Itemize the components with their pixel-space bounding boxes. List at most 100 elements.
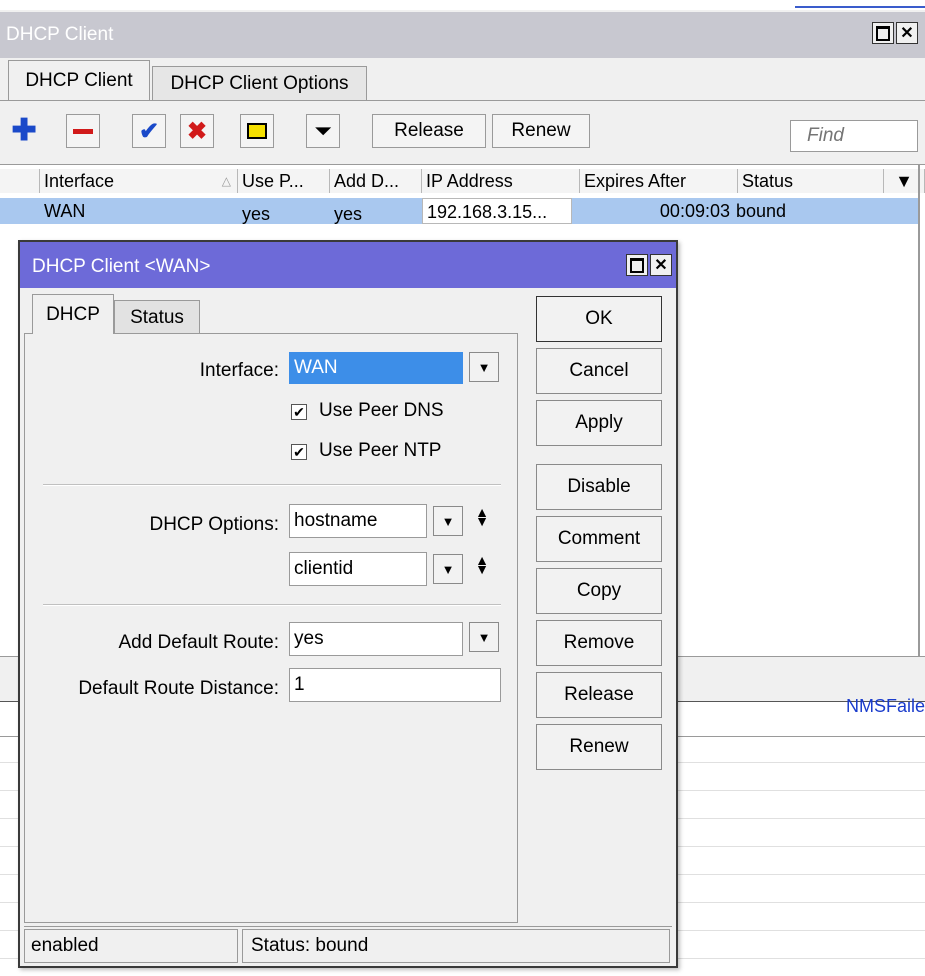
x-icon: ✖ bbox=[186, 117, 208, 145]
cell-status: bound bbox=[736, 201, 787, 221]
dropdown-arrow-icon: ▼ bbox=[441, 561, 455, 577]
outer-tab-bar: DHCP Client DHCP Client Options bbox=[0, 58, 925, 101]
down-arrow-icon: ▼ bbox=[475, 561, 489, 577]
outer-close-button[interactable]: ✕ bbox=[896, 22, 918, 44]
dhcp-tab-panel: Interface: WAN ▼ ✔ Use Peer DNS ✔ Use Pe… bbox=[24, 333, 518, 923]
maximize-icon bbox=[630, 257, 644, 273]
column-header-ip-address[interactable]: IP Address bbox=[422, 169, 580, 193]
maximize-icon bbox=[876, 25, 890, 41]
remove-button[interactable] bbox=[66, 114, 100, 148]
tab-dhcp-client[interactable]: DHCP Client bbox=[8, 60, 150, 100]
close-icon: ✕ bbox=[900, 25, 914, 42]
disable-button[interactable]: ✖ bbox=[180, 114, 214, 148]
interface-dropdown-button[interactable]: ▼ bbox=[469, 352, 499, 382]
column-header-expires-after[interactable]: Expires After bbox=[580, 169, 738, 193]
outer-toolbar: ✚ ✔ ✖ ⏷ Release Renew bbox=[0, 104, 925, 156]
dhcp-option-1-dropdown[interactable]: ▼ bbox=[433, 506, 463, 536]
status-bound: Status: bound bbox=[242, 929, 670, 963]
add-default-route-label: Add Default Route: bbox=[118, 632, 279, 653]
comment-button[interactable] bbox=[240, 114, 274, 148]
interface-select[interactable]: WAN bbox=[289, 352, 463, 384]
form-divider bbox=[43, 604, 501, 606]
dhcp-option-1-field[interactable]: hostname bbox=[289, 504, 427, 538]
renew-button[interactable]: Renew bbox=[536, 724, 662, 770]
down-arrow-icon: ▼ bbox=[475, 513, 489, 529]
toolbar-release-button[interactable]: Release bbox=[372, 114, 486, 148]
dropdown-arrow-icon: ▼ bbox=[477, 359, 491, 375]
dhcp-option-1-reorder[interactable]: ▲ ▼ bbox=[475, 505, 489, 529]
cancel-button[interactable]: Cancel bbox=[536, 348, 662, 394]
dialog-maximize-button[interactable] bbox=[626, 254, 648, 276]
minus-icon bbox=[73, 128, 93, 134]
checkmark-icon: ✔ bbox=[138, 117, 160, 145]
status-enabled: enabled bbox=[24, 929, 238, 963]
form-divider bbox=[43, 484, 501, 486]
close-icon: ✕ bbox=[654, 257, 668, 274]
dialog-title-bar: DHCP Client <WAN> ✕ bbox=[20, 242, 676, 288]
comment-button[interactable]: Comment bbox=[536, 516, 662, 562]
background-strip-top bbox=[0, 0, 925, 10]
ok-button[interactable]: OK bbox=[536, 296, 662, 342]
table-row[interactable]: WAN yes yes 192.168.3.15... 00:09:03 bou… bbox=[0, 198, 920, 224]
cell-interface: WAN bbox=[44, 201, 86, 221]
dhcp-option-2-dropdown[interactable]: ▼ bbox=[433, 554, 463, 584]
outer-maximize-button[interactable] bbox=[872, 22, 894, 44]
interface-label: Interface: bbox=[199, 360, 279, 381]
dropdown-arrow-icon: ▼ bbox=[441, 513, 455, 529]
column-header-status[interactable]: Status bbox=[738, 169, 884, 193]
dialog-close-button[interactable]: ✕ bbox=[650, 254, 672, 276]
filter-button[interactable]: ⏷ bbox=[306, 114, 340, 148]
default-route-distance-field[interactable]: 1 bbox=[289, 668, 501, 702]
use-peer-dns-label: Use Peer DNS bbox=[319, 400, 444, 421]
find-input[interactable] bbox=[790, 120, 918, 152]
release-button[interactable]: Release bbox=[536, 672, 662, 718]
tab-label: DHCP Client bbox=[25, 69, 133, 91]
renew-label: Renew bbox=[511, 120, 571, 141]
use-peer-ntp-label: Use Peer NTP bbox=[319, 440, 442, 461]
dialog-status-bar: enabled Status: bound bbox=[24, 926, 672, 965]
dhcp-option-2-reorder[interactable]: ▲ ▼ bbox=[475, 553, 489, 577]
dialog-title: DHCP Client <WAN> bbox=[32, 256, 211, 277]
add-button[interactable]: ✚ bbox=[11, 114, 37, 148]
check-icon: ✔ bbox=[293, 404, 305, 420]
enable-button[interactable]: ✔ bbox=[132, 114, 166, 148]
dhcp-options-label: DHCP Options: bbox=[149, 514, 279, 535]
release-label: Release bbox=[394, 120, 464, 141]
toolbar-renew-button[interactable]: Renew bbox=[492, 114, 590, 148]
dhcp-client-dialog: DHCP Client <WAN> ✕ DHCP Status Interfac… bbox=[18, 240, 678, 968]
note-icon bbox=[247, 123, 267, 139]
disable-button[interactable]: Disable bbox=[536, 464, 662, 510]
tab-label: DHCP Client Options bbox=[170, 72, 349, 94]
table-vertical-scroll-edge bbox=[918, 165, 920, 657]
outer-title-bar: DHCP Client ✕ bbox=[0, 12, 925, 58]
dropdown-arrow-icon: ▼ bbox=[477, 629, 491, 645]
cell-use-peer: yes bbox=[242, 204, 271, 224]
tab-label: Status bbox=[130, 306, 184, 328]
copy-button[interactable]: Copy bbox=[536, 568, 662, 614]
add-default-route-select[interactable]: yes bbox=[289, 622, 463, 656]
apply-button[interactable]: Apply bbox=[536, 400, 662, 446]
add-default-route-dropdown[interactable]: ▼ bbox=[469, 622, 499, 652]
use-peer-dns-checkbox[interactable]: ✔ bbox=[291, 404, 307, 420]
table-header: Interface △ Use P... Add D... IP Address … bbox=[0, 169, 925, 193]
remove-button[interactable]: Remove bbox=[536, 620, 662, 666]
use-peer-ntp-checkbox[interactable]: ✔ bbox=[291, 444, 307, 460]
cell-expires-after: 00:09:03 bbox=[659, 201, 730, 221]
dialog-tab-status[interactable]: Status bbox=[114, 300, 200, 334]
background-top-link-fragment bbox=[795, 0, 925, 8]
column-header-use-peer[interactable]: Use P... bbox=[238, 169, 330, 193]
check-icon: ✔ bbox=[293, 444, 305, 460]
tab-label: DHCP bbox=[46, 303, 100, 325]
column-header-add-default[interactable]: Add D... bbox=[330, 169, 422, 193]
dialog-tab-dhcp[interactable]: DHCP bbox=[32, 294, 114, 334]
dhcp-option-2-field[interactable]: clientid bbox=[289, 552, 427, 586]
sort-arrow-icon: △ bbox=[221, 174, 231, 188]
tab-dhcp-client-options[interactable]: DHCP Client Options bbox=[152, 66, 367, 100]
cell-ip-address: 192.168.3.15... bbox=[422, 198, 572, 224]
column-header-interface[interactable]: Interface △ bbox=[40, 169, 238, 193]
column-header-row-marker bbox=[0, 169, 40, 193]
background-log-text: NMSFailed=0, bbox=[846, 696, 925, 716]
plus-icon: ✚ bbox=[11, 114, 37, 147]
outer-window-title: DHCP Client bbox=[6, 24, 114, 45]
cell-add-default: yes bbox=[334, 204, 363, 224]
